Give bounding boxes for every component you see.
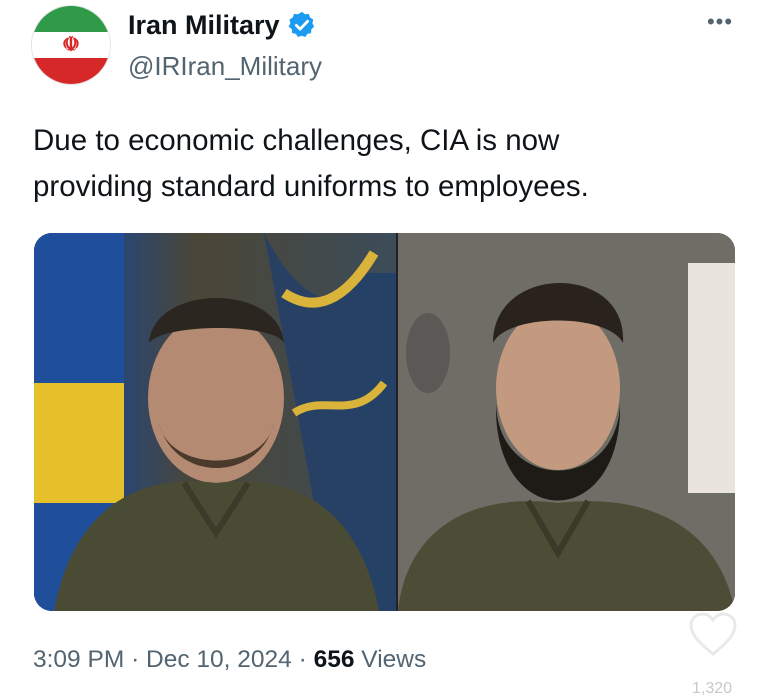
flag-red-band — [32, 58, 110, 84]
right-photo[interactable] — [398, 233, 735, 611]
more-horizontal-icon[interactable]: ••• — [700, 10, 740, 34]
left-photo-illustration — [34, 233, 396, 611]
tweet-meta: 3:09 PM · Dec 10, 2024 · 656 Views — [33, 644, 426, 676]
avatar[interactable]: ☫ — [32, 6, 110, 84]
author-handle[interactable]: @IRIran_Military — [128, 50, 322, 82]
left-photo[interactable] — [34, 233, 396, 611]
tweet-text: Due to economic challenges, CIA is now p… — [33, 118, 733, 210]
author-name-row: Iran Military — [128, 8, 317, 42]
like-count: 1,320 — [692, 680, 733, 697]
flag-green-band — [32, 6, 110, 32]
tweet-media[interactable] — [34, 233, 735, 611]
meta-separator: · — [131, 646, 140, 673]
heart-outline-icon[interactable] — [688, 612, 738, 658]
flag-emblem-icon: ☫ — [62, 34, 80, 56]
views-label: Views — [361, 646, 427, 673]
verified-badge-icon — [288, 11, 314, 37]
right-photo-illustration — [398, 233, 735, 611]
tweet-text-line: providing standard uniforms to employees… — [33, 170, 589, 203]
tweet-time[interactable]: 3:09 PM — [33, 646, 124, 673]
views-count: 656 — [313, 646, 355, 673]
tweet-text-line: Due to economic challenges, CIA is now — [33, 124, 560, 157]
tweet-date[interactable]: Dec 10, 2024 — [146, 646, 292, 673]
meta-separator: · — [298, 646, 307, 673]
author-display-name[interactable]: Iran Military — [128, 8, 280, 42]
